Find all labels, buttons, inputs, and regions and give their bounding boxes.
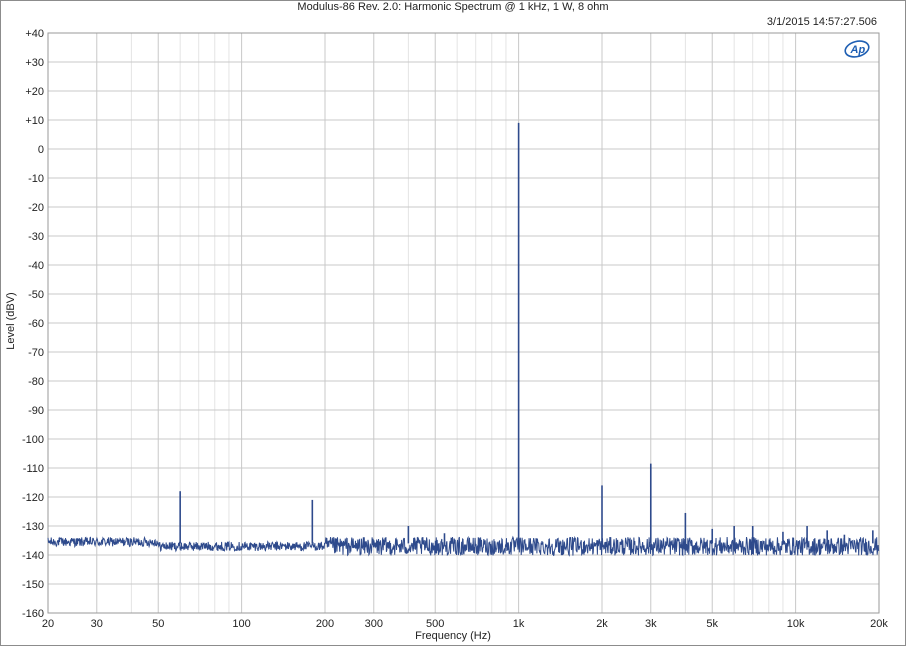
y-tick-label: -90 [28,405,44,417]
y-tick-label: -130 [22,521,44,533]
y-tick-label: -50 [28,289,44,301]
x-tick-label: 200 [316,618,334,630]
y-tick-label: -60 [28,318,44,330]
y-tick-label: -160 [22,608,44,620]
y-tick-label: -80 [28,376,44,388]
x-tick-label: 3k [645,618,657,630]
y-tick-label: -100 [22,434,44,446]
svg-text:Ap: Ap [850,44,866,56]
y-tick-label: 0 [38,144,44,156]
x-tick-label: 1k [513,618,525,630]
y-tick-label: +10 [25,115,44,127]
ap-logo-icon: Ap [844,40,870,58]
y-tick-label: -20 [28,202,44,214]
y-tick-label: +40 [25,28,44,40]
y-tick-label: +20 [25,86,44,98]
y-tick-label: -70 [28,347,44,359]
x-tick-label: 50 [152,618,164,630]
x-tick-label: 30 [91,618,103,630]
x-tick-label: 20 [42,618,54,630]
spectrum-plot: +40 +30 +20 +10 0 -10 -20 -30 -40 -50 -60 -70 -80 -90… [22,28,888,630]
x-tick-label: 500 [426,618,444,630]
y-tick-label: -120 [22,492,44,504]
y-tick-label: -150 [22,579,44,591]
x-tick-label: 300 [365,618,383,630]
y-tick-label: -30 [28,231,44,243]
y-tick-label: +30 [25,57,44,69]
x-tick-label: 20k [870,618,888,630]
x-tick-label: 2k [596,618,608,630]
y-tick-label: -10 [28,173,44,185]
y-tick-label: -140 [22,550,44,562]
x-tick-label: 10k [787,618,805,630]
y-tick-label: -40 [28,260,44,272]
x-tick-label: 5k [706,618,718,630]
x-tick-label: 100 [232,618,250,630]
y-tick-label: -110 [23,463,44,475]
